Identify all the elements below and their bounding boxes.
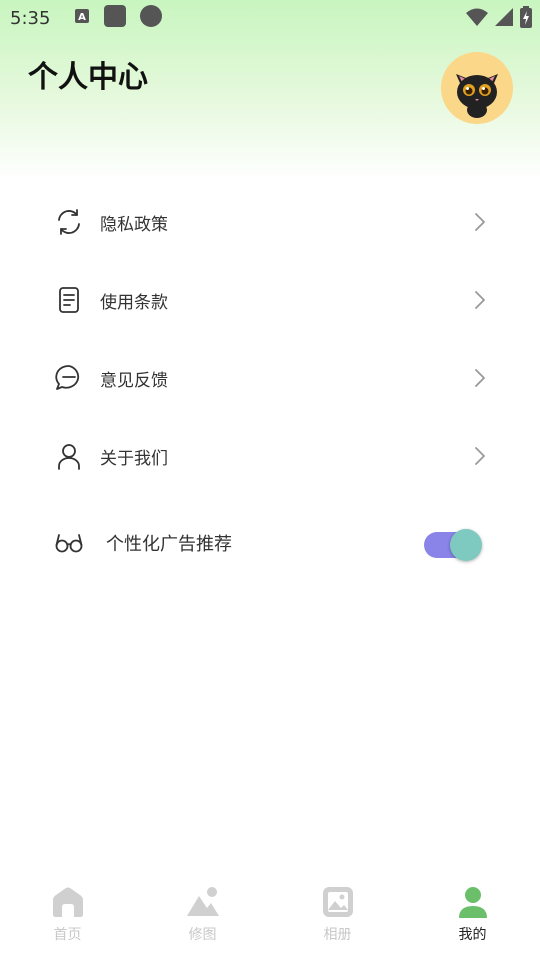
menu-item-label: 意见反馈	[100, 370, 168, 391]
personalized-ads-toggle[interactable]	[424, 527, 482, 561]
svg-text:A: A	[79, 12, 87, 23]
nav-item-album[interactable]: 相册	[270, 874, 405, 960]
nav-label: 首页	[53, 927, 82, 943]
bottom-nav: 首页 修图 相册 我的	[0, 874, 540, 960]
page-title: 个人中心	[28, 60, 148, 95]
menu-item-label: 关于我们	[100, 448, 168, 469]
nav-item-home[interactable]: 首页	[0, 874, 135, 960]
chat-bubble-icon	[55, 365, 80, 390]
nav-item-edit-photo[interactable]: 修图	[135, 874, 270, 960]
menu-item-about-us[interactable]: 关于我们	[0, 417, 540, 495]
wifi-icon	[466, 7, 488, 31]
menu-item-privacy-policy[interactable]: 隐私政策	[0, 183, 540, 261]
avatar[interactable]	[441, 52, 513, 124]
nav-label: 相册	[323, 927, 352, 943]
menu-item-feedback[interactable]: 意见反馈	[0, 339, 540, 417]
menu-item-label: 隐私政策	[100, 214, 168, 235]
glasses-icon	[55, 534, 83, 553]
home-icon	[52, 887, 83, 917]
personalized-ads-row: 个性化广告推荐	[0, 505, 540, 579]
chevron-right-icon	[475, 369, 485, 387]
person-icon	[58, 444, 80, 470]
personalized-ads-label: 个性化广告推荐	[106, 534, 232, 555]
battery-icon	[520, 6, 532, 32]
menu-item-label: 使用条款	[100, 292, 168, 313]
nav-item-mine[interactable]: 我的	[405, 874, 540, 960]
chevron-right-icon	[475, 291, 485, 309]
app-square-icon	[104, 5, 127, 31]
image-icon	[322, 887, 353, 917]
black-cat-avatar-icon	[441, 52, 513, 124]
mountain-icon	[186, 887, 219, 916]
app-circle-icon	[140, 5, 163, 31]
settings-menu: 隐私政策 使用条款 意见反馈 关于我们	[0, 183, 540, 495]
signal-icon	[494, 7, 514, 31]
nav-label: 修图	[188, 927, 217, 943]
nav-label: 我的	[458, 927, 487, 943]
status-icons	[466, 6, 532, 32]
status-time: 5:35	[10, 7, 51, 29]
chevron-right-icon	[475, 213, 485, 231]
chevron-right-icon	[475, 447, 485, 465]
menu-item-terms-of-use[interactable]: 使用条款	[0, 261, 540, 339]
document-icon	[59, 287, 79, 313]
toggle-knob	[450, 529, 482, 561]
status-bar: 5:35 A	[0, 0, 540, 36]
keyboard-a-icon: A	[74, 8, 90, 28]
user-icon	[458, 887, 487, 918]
sync-icon	[58, 209, 80, 235]
